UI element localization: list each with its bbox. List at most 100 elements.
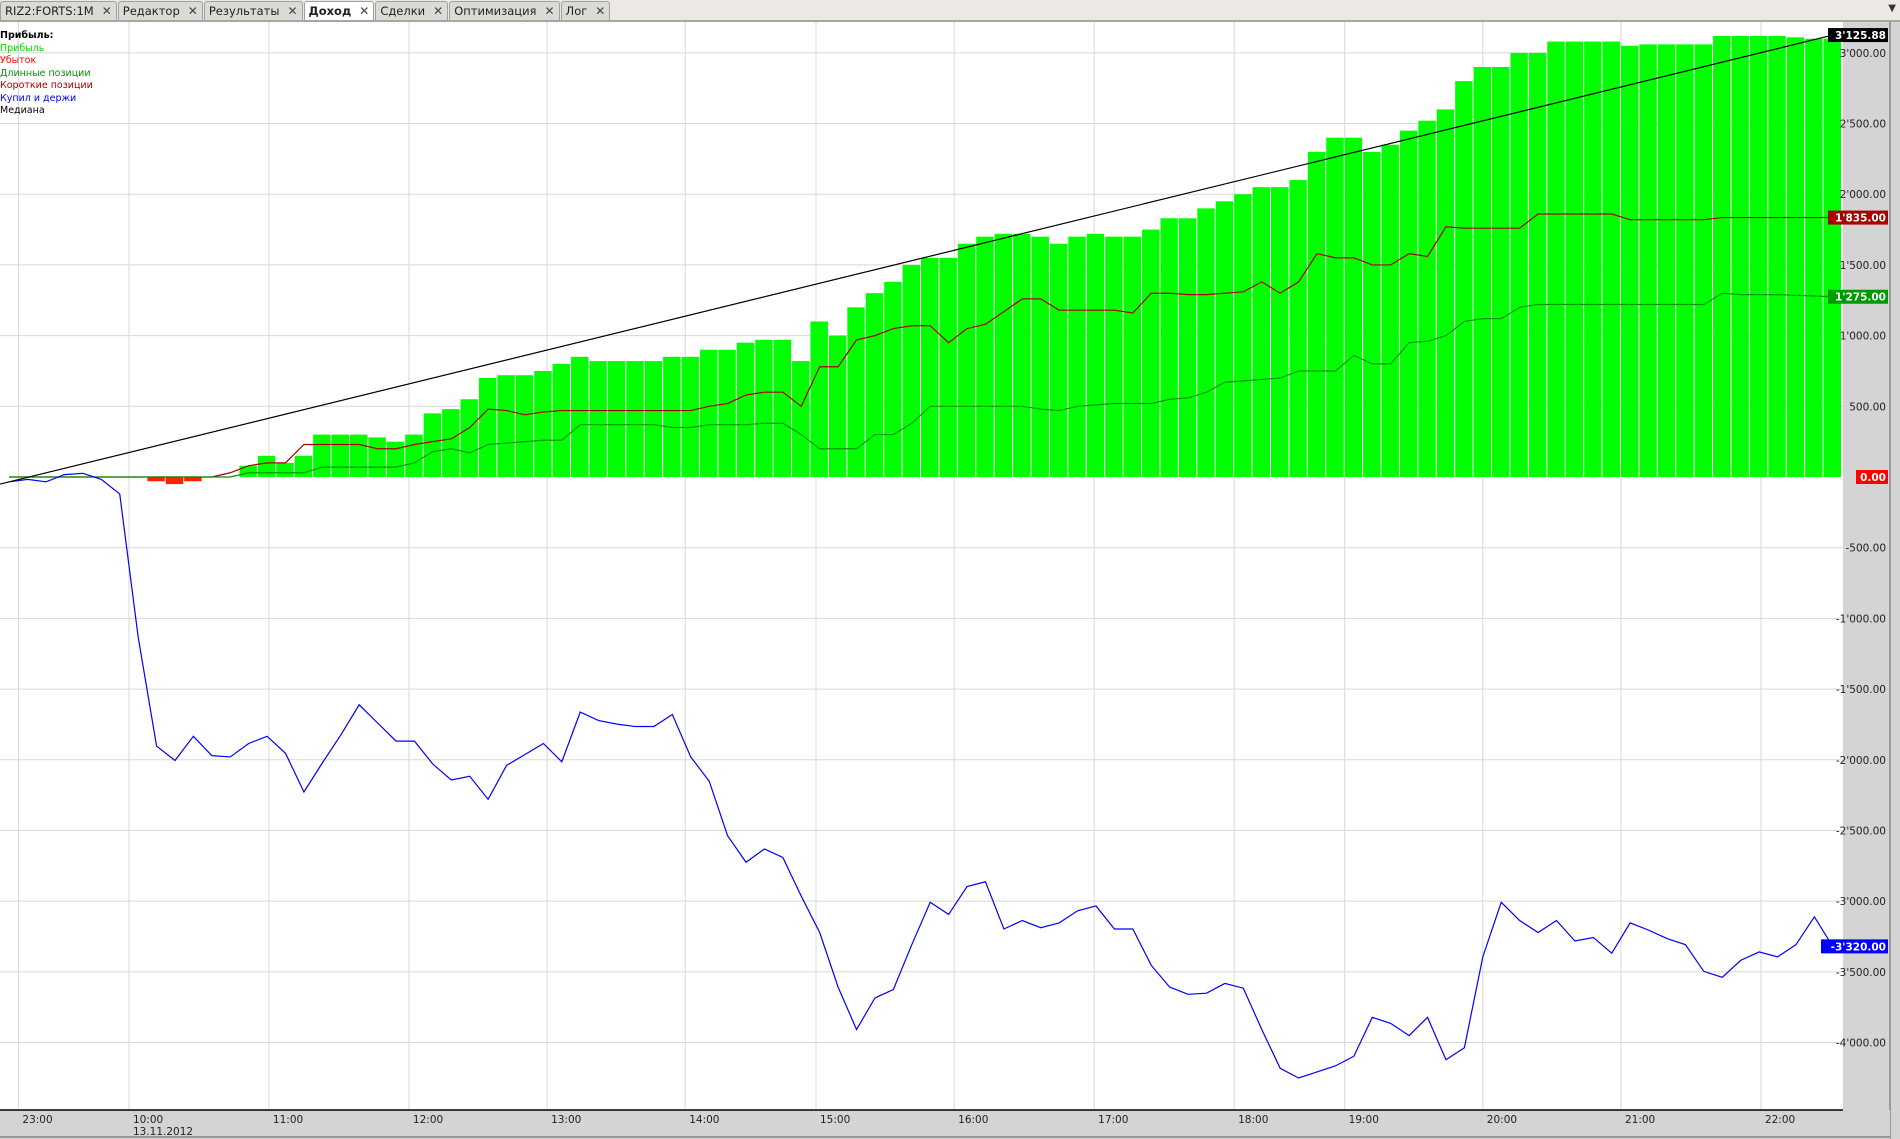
close-tab-icon[interactable]: ✕ xyxy=(544,4,554,18)
profit-bar xyxy=(1786,37,1805,478)
close-tab-icon[interactable]: ✕ xyxy=(102,4,112,18)
profit-bar xyxy=(1399,130,1418,477)
profit-bar xyxy=(1215,201,1234,477)
x-tick-label: 13:00 xyxy=(551,1114,581,1126)
profit-bar xyxy=(1105,236,1123,477)
profit-bar xyxy=(865,293,884,477)
profit-bar xyxy=(1234,194,1252,478)
close-tab-icon[interactable]: ✕ xyxy=(359,4,369,18)
profit-bar xyxy=(294,455,313,477)
x-tick-label: 21:00 xyxy=(1625,1114,1655,1126)
tab-5[interactable]: Оптимизация ✕ xyxy=(449,1,560,20)
close-tab-icon[interactable]: ✕ xyxy=(287,4,297,18)
tab-label: Сделки xyxy=(380,4,426,18)
profit-bar xyxy=(1160,218,1178,477)
x-tick-label: 11:00 xyxy=(273,1114,303,1126)
profit-bar xyxy=(460,399,478,477)
tab-6[interactable]: Лог ✕ xyxy=(560,1,611,20)
profit-bar xyxy=(1565,41,1584,478)
profit-bar xyxy=(497,375,515,477)
value-badge-label: 0.00 xyxy=(1860,472,1886,484)
x-tick-label: 10:00 xyxy=(133,1114,163,1126)
profit-bar xyxy=(1694,44,1713,477)
tab-menu-dropdown-icon[interactable]: ▼ xyxy=(1888,3,1896,14)
legend-item: Длинные позиции xyxy=(0,67,91,79)
profit-bar xyxy=(552,363,571,477)
profit-bar xyxy=(792,361,810,477)
profit-bar xyxy=(699,349,718,477)
y-tick-label: -3'500.00 xyxy=(1836,967,1886,979)
profit-bar xyxy=(1289,180,1307,478)
tab-label: Редактор xyxy=(122,4,180,18)
profit-bar xyxy=(884,281,902,477)
profit-bar xyxy=(1013,233,1031,477)
profit-bar xyxy=(626,361,644,477)
profit-bar xyxy=(442,409,460,477)
income-chart: 3'000.00 2'500.00 2'000.00 1'500.00 1'000.00… xyxy=(0,22,1900,1139)
profit-bar xyxy=(1363,151,1381,478)
y-tick-label: -2'500.00 xyxy=(1836,825,1886,837)
x-tick-label: 16:00 xyxy=(958,1114,988,1126)
y-tick-label: -3'000.00 xyxy=(1836,896,1886,908)
profit-bar xyxy=(1639,44,1657,477)
profit-bar xyxy=(331,434,349,477)
tab-1[interactable]: Редактор ✕ xyxy=(117,1,203,20)
profit-bar xyxy=(349,434,368,477)
profit-bar xyxy=(1473,66,1492,478)
loss-bar xyxy=(147,477,165,482)
x-tick-label: 23:00 xyxy=(22,1114,52,1126)
profit-bar xyxy=(921,257,939,477)
profit-bar xyxy=(773,339,792,477)
tab-label: Лог xyxy=(565,4,588,18)
tab-4[interactable]: Сделки ✕ xyxy=(375,1,449,20)
profit-bar xyxy=(1178,218,1197,477)
tab-2[interactable]: Результаты ✕ xyxy=(203,1,303,20)
tab-3[interactable]: Доход ✕ xyxy=(303,1,375,20)
close-tab-icon[interactable]: ✕ xyxy=(433,4,443,18)
profit-bar xyxy=(1142,229,1160,477)
profit-bar xyxy=(847,307,865,477)
tab-0[interactable]: RIZ2:FORTS:1M ✕ xyxy=(0,1,117,20)
profit-bar xyxy=(1197,208,1215,478)
profit-bar xyxy=(1344,137,1363,478)
profit-bar xyxy=(405,434,423,477)
profit-bar xyxy=(957,243,976,477)
value-badge-label: 3'125.88 xyxy=(1835,30,1886,42)
profit-bar xyxy=(1510,52,1528,478)
y-tick-label: -500.00 xyxy=(1845,543,1886,555)
value-badge-label: -3'320.00 xyxy=(1831,941,1886,953)
profit-bar xyxy=(239,465,257,477)
profit-bar xyxy=(1049,243,1068,477)
profit-bar xyxy=(1270,187,1289,477)
profit-bar xyxy=(1805,38,1823,478)
profit-bar xyxy=(1455,81,1473,478)
profit-bar xyxy=(276,462,294,477)
profit-bar xyxy=(571,356,589,477)
profit-bar xyxy=(663,356,681,477)
y-tick-label: 1'000.00 xyxy=(1840,331,1886,343)
profit-bar xyxy=(994,233,1013,477)
value-badge-label: 1'835.00 xyxy=(1835,213,1886,225)
profit-bar xyxy=(257,455,276,477)
tab-label: Результаты xyxy=(208,4,280,18)
profit-bar xyxy=(1068,236,1086,477)
x-tick-label: 17:00 xyxy=(1098,1114,1128,1126)
x-tick-label: 14:00 xyxy=(689,1114,719,1126)
x-date-label: 13.11.2012 xyxy=(133,1126,193,1138)
profit-bar xyxy=(1307,151,1326,478)
profit-bar xyxy=(589,361,607,477)
legend-item: Купил и держи xyxy=(0,92,77,104)
close-tab-icon[interactable]: ✕ xyxy=(595,4,605,18)
legend-item: Убыток xyxy=(0,55,37,66)
y-tick-label: 3'000.00 xyxy=(1840,48,1886,60)
y-tick-label: 2'000.00 xyxy=(1840,189,1886,201)
loss-bar xyxy=(165,477,184,485)
profit-bar xyxy=(1492,66,1510,478)
profit-bar xyxy=(1602,41,1620,478)
profit-bar xyxy=(1031,236,1049,477)
profit-bar xyxy=(718,349,736,477)
profit-bar xyxy=(1749,35,1768,477)
profit-bar xyxy=(534,370,552,477)
close-tab-icon[interactable]: ✕ xyxy=(188,4,198,18)
profit-bar xyxy=(644,361,663,477)
